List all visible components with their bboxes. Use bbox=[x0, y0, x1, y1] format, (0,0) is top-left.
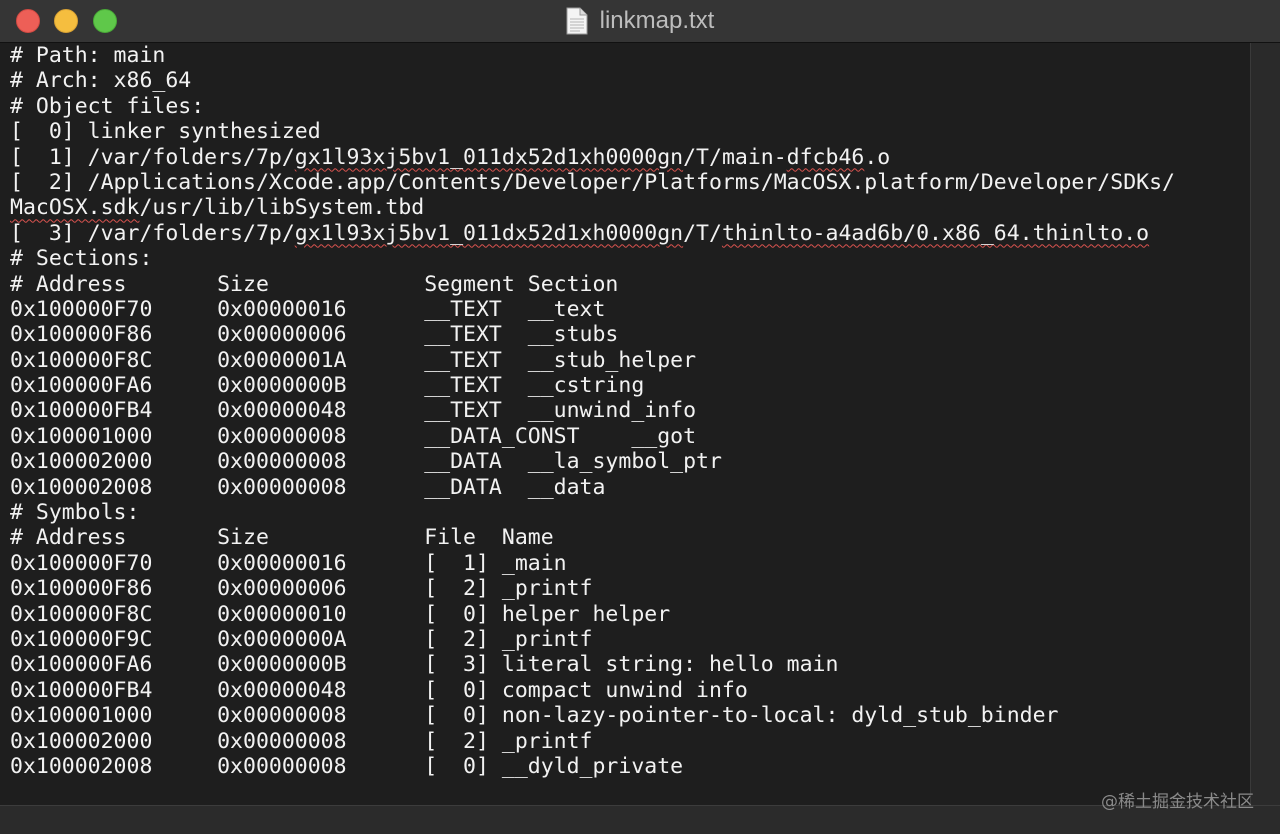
text-lines: # Path: main # Arch: x86_64 # Object files… bbox=[10, 43, 1175, 779]
text-line: 0x100002000 0x00000008 __DATA __la_symbo… bbox=[10, 449, 722, 475]
text-line: 0x100000FA6 0x0000000B __TEXT __cstring bbox=[10, 373, 645, 399]
text-line: 0x100002008 0x00000008 __DATA __data bbox=[10, 474, 606, 500]
text-line: 0x100000F8C 0x0000001A __TEXT __stub_hel… bbox=[10, 347, 697, 373]
text-line: [ 1] /var/folders/7p/gx1l93xj5bv1_011dx5… bbox=[10, 144, 891, 170]
text-line: 0x100000F86 0x00000006 [ 2] _printf bbox=[10, 576, 593, 602]
text-content-area[interactable]: # Path: main # Arch: x86_64 # Object files… bbox=[0, 43, 1250, 805]
text-line: # Sections: bbox=[10, 246, 153, 272]
text-line: 0x100000F8C 0x00000010 [ 0] helper helpe… bbox=[10, 601, 671, 627]
text-line: 0x100002000 0x00000008 [ 2] _printf bbox=[10, 728, 593, 754]
text-line: 0x100002008 0x00000008 [ 0] __dyld_priva… bbox=[10, 753, 684, 779]
watermark: @稀土掘金技术社区 bbox=[1101, 792, 1254, 812]
text-line: 0x100000F9C 0x0000000A [ 2] _printf bbox=[10, 626, 593, 652]
document-icon bbox=[566, 7, 588, 35]
text-line: # Symbols: bbox=[10, 500, 140, 526]
text-line: MacOSX.sdk/usr/lib/libSystem.tbd bbox=[10, 195, 425, 221]
text-line: # Object files: bbox=[10, 93, 205, 119]
text-line: 0x100001000 0x00000008 __DATA_CONST __go… bbox=[10, 423, 697, 449]
vertical-scrollbar[interactable] bbox=[1250, 43, 1280, 805]
text-line: [ 2] /Applications/Xcode.app/Contents/De… bbox=[10, 169, 1175, 195]
title-bar[interactable]: linkmap.txt bbox=[0, 0, 1280, 43]
text-line: 0x100000FA6 0x0000000B [ 3] literal stri… bbox=[10, 652, 839, 678]
text-line: [ 3] /var/folders/7p/gx1l93xj5bv1_011dx5… bbox=[10, 220, 1150, 246]
text-line: 0x100000FB4 0x00000048 [ 0] compact unwi… bbox=[10, 677, 748, 703]
text-line: 0x100000F70 0x00000016 [ 1] _main bbox=[10, 550, 567, 576]
text-line: # Arch: x86_64 bbox=[10, 68, 192, 94]
bottom-bar bbox=[0, 805, 1280, 834]
text-line: 0x100000F70 0x00000016 __TEXT __text bbox=[10, 296, 606, 322]
text-line: 0x100001000 0x00000008 [ 0] non-lazy-poi… bbox=[10, 703, 1059, 729]
text-line: 0x100000FB4 0x00000048 __TEXT __unwind_i… bbox=[10, 398, 697, 424]
window-title: linkmap.txt bbox=[0, 0, 1280, 42]
text-line: # Address Size File Name bbox=[10, 525, 554, 551]
text-editor-window: linkmap.txt # Path: main # Arch: x86_64 # … bbox=[0, 0, 1280, 834]
text-line: # Address Size Segment Section bbox=[10, 271, 619, 297]
text-line: 0x100000F86 0x00000006 __TEXT __stubs bbox=[10, 322, 619, 348]
text-line: [ 0] linker synthesized bbox=[10, 119, 321, 145]
window-title-text: linkmap.txt bbox=[599, 7, 715, 34]
text-line: # Path: main bbox=[10, 43, 166, 68]
